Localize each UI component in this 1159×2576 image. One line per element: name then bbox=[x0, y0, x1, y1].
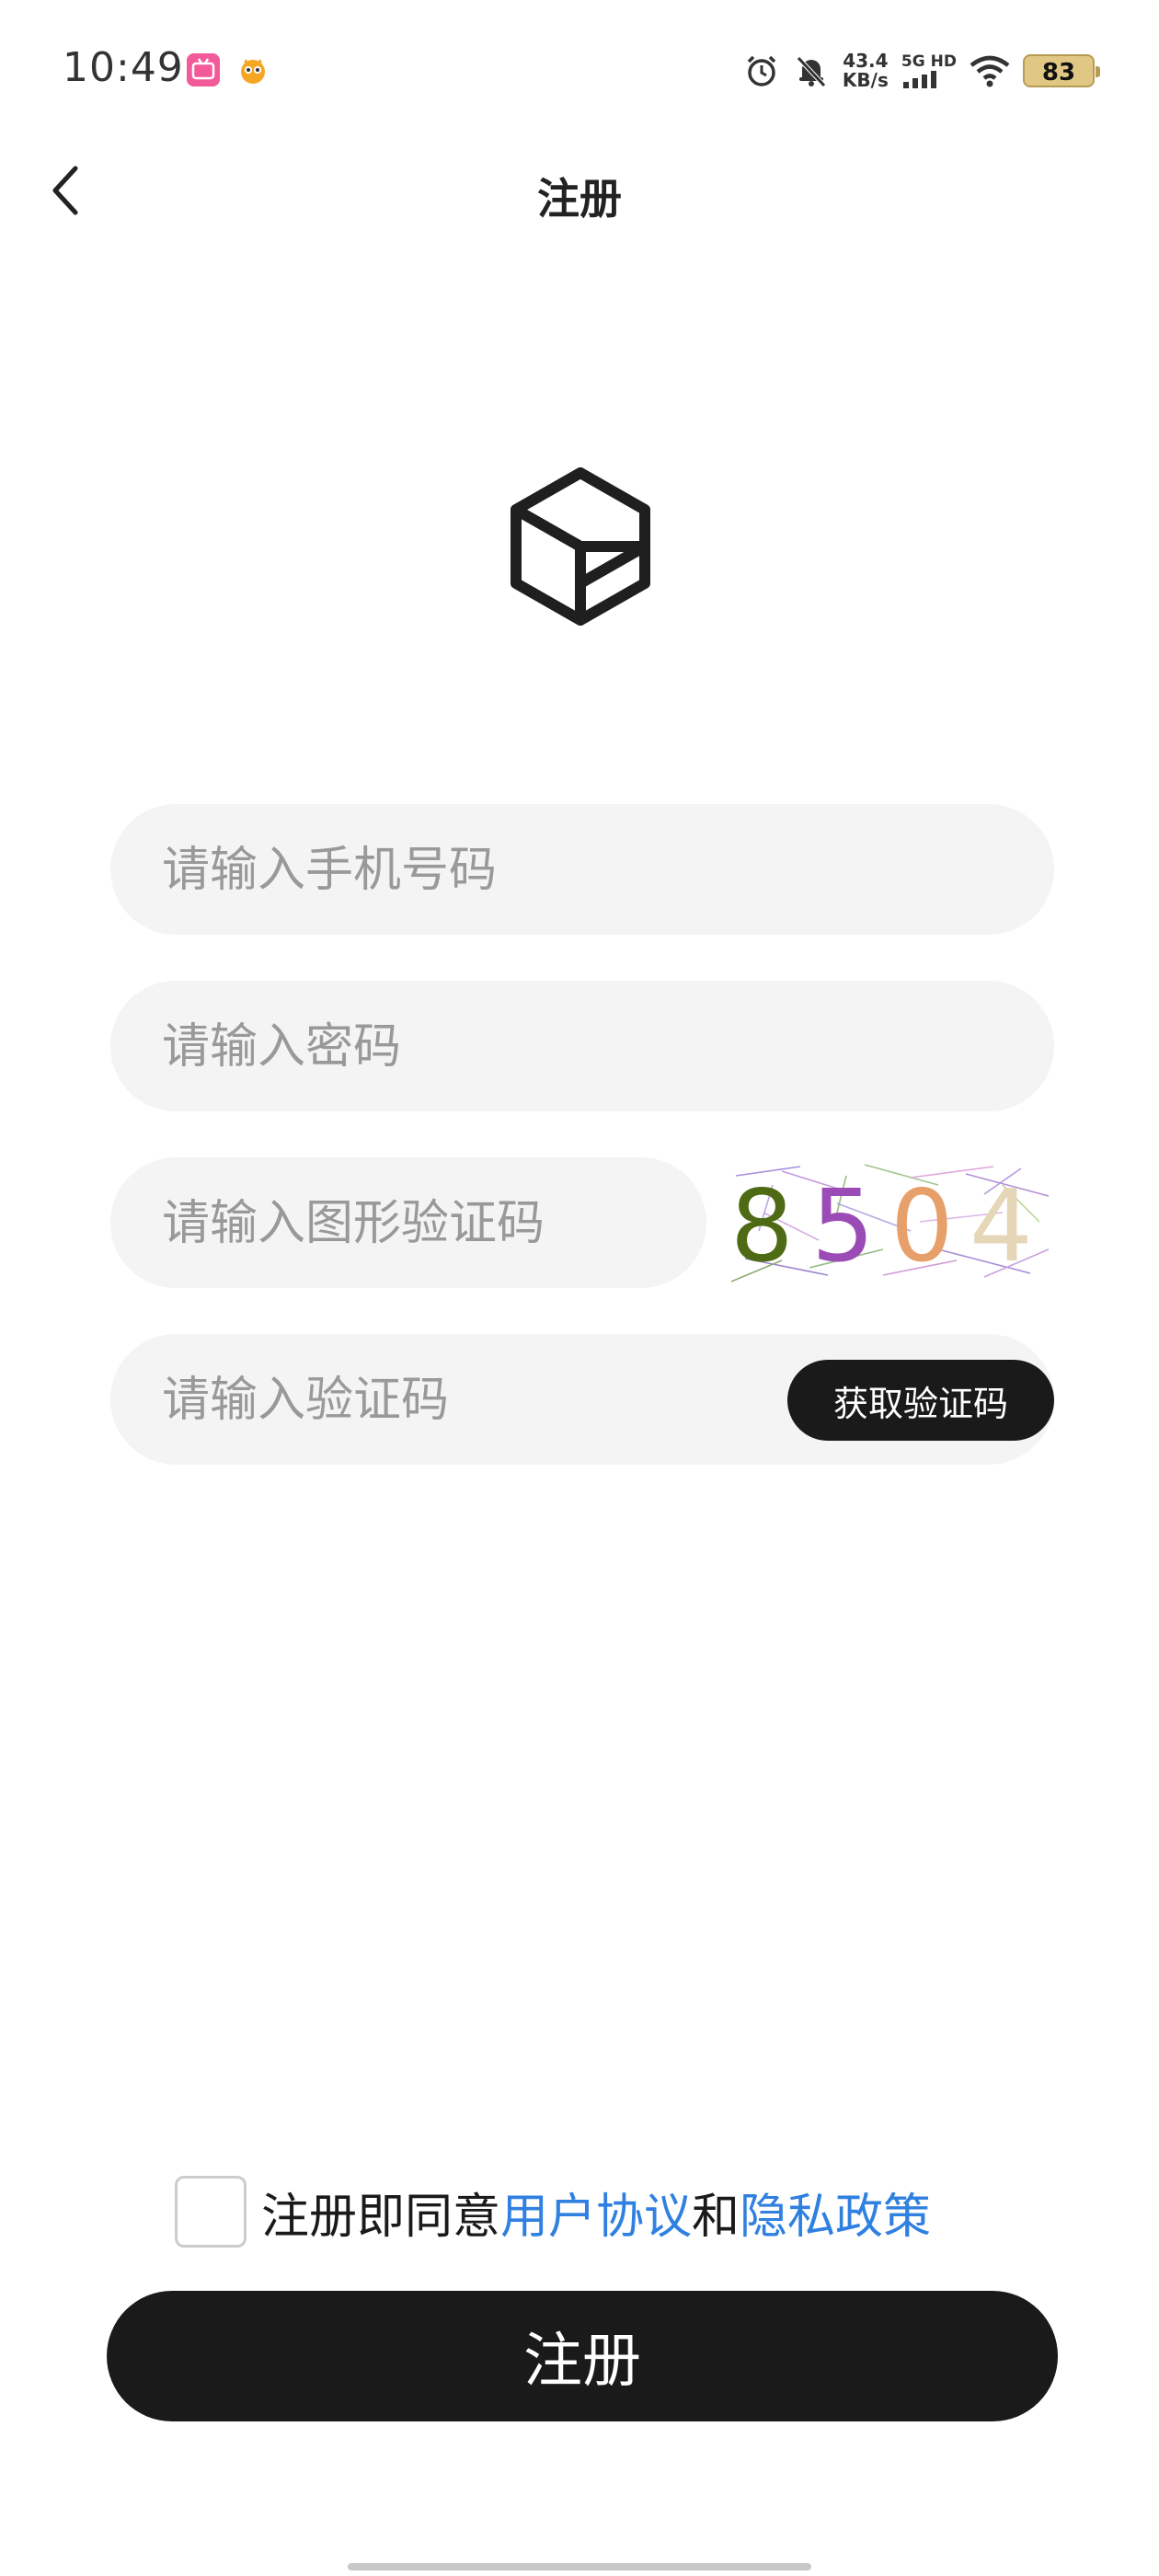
signal-indicator: 5G HD bbox=[901, 52, 957, 88]
phone-field[interactable] bbox=[110, 804, 1054, 937]
user-agreement-link[interactable]: 用户协议 bbox=[500, 2178, 692, 2247]
mute-bell-icon bbox=[797, 56, 826, 87]
register-button[interactable]: 注册 bbox=[107, 2291, 1058, 2421]
net-speed-value: 43.4 bbox=[843, 50, 889, 72]
wifi-icon bbox=[970, 55, 1010, 87]
status-bar: 10:49 43.4 KB/s 5G HD 83 bbox=[0, 0, 1159, 138]
get-code-button[interactable]: 获取验证码 bbox=[787, 1360, 1054, 1441]
battery-icon: 83 bbox=[1023, 54, 1100, 87]
password-field[interactable] bbox=[110, 981, 1054, 1113]
hexagon-logo-icon bbox=[510, 467, 651, 626]
captcha-image[interactable]: 8 5 0 4 bbox=[727, 1157, 1054, 1288]
agreement-prefix: 注册即同意 bbox=[261, 2189, 501, 2245]
signal-icon bbox=[902, 70, 936, 88]
agreement-and: 和 bbox=[692, 2189, 740, 2245]
password-input[interactable] bbox=[160, 981, 1034, 1113]
mascot-app-icon bbox=[236, 53, 270, 86]
captcha-char-2: 5 bbox=[811, 1169, 875, 1284]
battery-level: 83 bbox=[1041, 59, 1076, 86]
status-time: 10:49 bbox=[63, 44, 184, 91]
captcha-field[interactable] bbox=[110, 1157, 706, 1290]
alarm-icon bbox=[747, 55, 776, 86]
network-type-label: 5G bbox=[901, 52, 925, 71]
hd-label: HD bbox=[930, 52, 957, 71]
net-speed: 43.4 KB/s bbox=[843, 52, 889, 90]
phone-input[interactable] bbox=[160, 804, 1034, 937]
sms-code-field[interactable]: 获取验证码 bbox=[110, 1334, 1054, 1466]
agreement-checkbox[interactable] bbox=[175, 2176, 247, 2248]
captcha-char-3: 0 bbox=[890, 1169, 954, 1284]
home-indicator[interactable] bbox=[348, 2563, 811, 2570]
bilibili-app-icon bbox=[187, 53, 220, 86]
captcha-input[interactable] bbox=[160, 1157, 686, 1290]
captcha-char-4: 4 bbox=[970, 1169, 1033, 1284]
captcha-char-1: 8 bbox=[730, 1169, 794, 1284]
sms-code-input[interactable] bbox=[160, 1334, 762, 1466]
net-speed-unit: KB/s bbox=[842, 69, 889, 91]
privacy-policy-link[interactable]: 隐私政策 bbox=[740, 2178, 931, 2247]
page-title: 注册 bbox=[537, 174, 622, 224]
agreement-row: 注册即同意 用户协议 和 隐私政策 bbox=[175, 2173, 931, 2250]
